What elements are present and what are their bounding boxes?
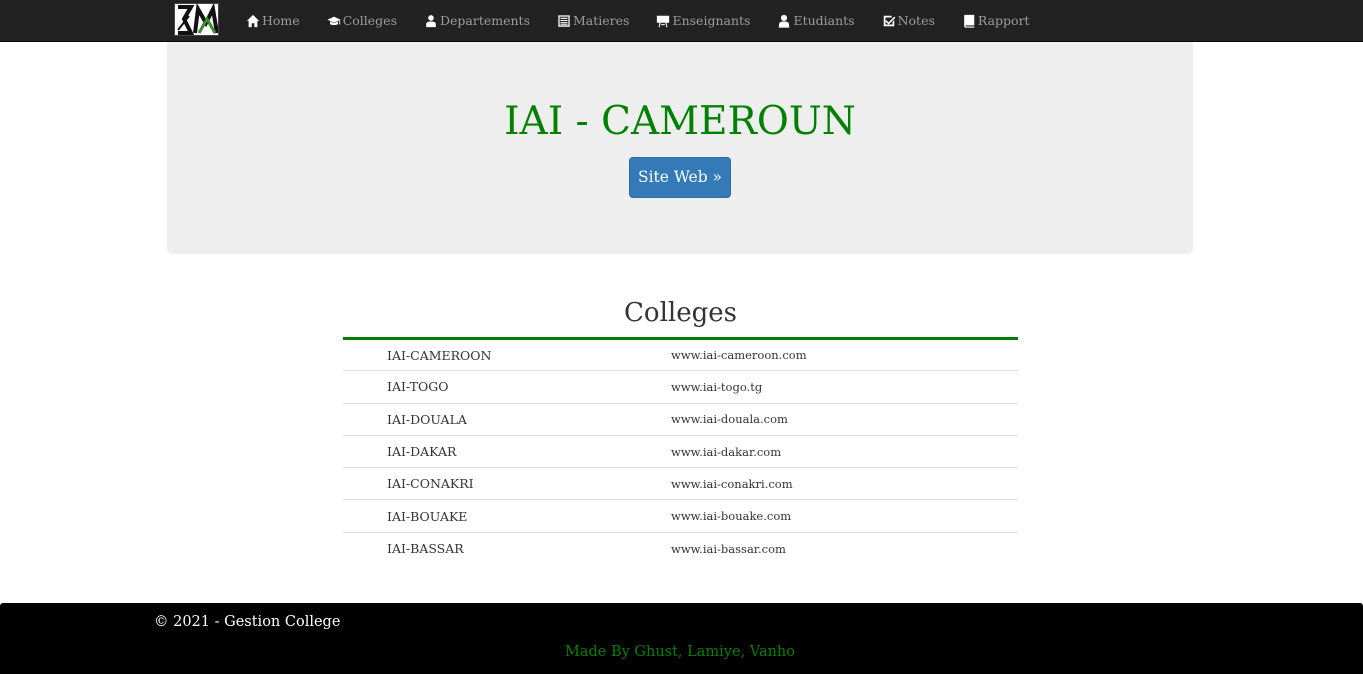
nav-menu: Home Colleges Departements Matieres Ense… [246,0,1057,41]
book-icon [964,14,975,28]
nav-item-label: Notes [897,13,935,28]
nav-item-label: Enseignants [672,13,751,28]
college-website: www.iai-dakar.com [671,435,1018,469]
college-website: www.iai-conakri.com [671,467,1018,501]
college-website: www.iai-bouake.com [671,499,1018,533]
graduation-cap-icon [327,16,341,25]
nav-item-label: Home [262,13,300,28]
blackboard-icon [657,15,670,27]
table-row: IAI-CAMEROON www.iai-cameroon.com [343,338,1018,372]
credits-text: Made By Ghust, Lamiye, Vanho [564,644,795,660]
college-name: IAI-DOUALA [343,403,671,436]
nav-item-label: Matieres [573,13,630,28]
college-website: www.iai-douala.com [671,403,1018,436]
site-web-button[interactable]: Site Web » [629,157,731,198]
nav-item-label: Rapport [977,13,1030,28]
footer: © 2021 - Gestion College Made By Ghust, … [0,603,1363,674]
nav-item-label: Departements [439,13,530,28]
college-name: IAI-BOUAKE [343,499,671,533]
nav-item-home[interactable]: Home [246,13,300,28]
college-name: IAI-CAMEROON [343,338,671,372]
college-website: www.iai-togo.tg [671,370,1018,404]
nav-item-matieres[interactable]: Matieres [557,13,629,28]
list-icon [558,14,570,27]
nav-item-label: Etudiants [793,13,855,28]
nav-item-label: Colleges [342,13,397,28]
nav-item-rapport[interactable]: Rapport [962,13,1030,28]
nav-item-departements[interactable]: Departements [424,13,530,28]
nav-item-etudiants[interactable]: Etudiants [777,13,855,28]
college-name: IAI-TOGO [343,370,671,404]
page-title: IAI - CAMEROUN [504,99,856,144]
nav-item-notes[interactable]: Notes [882,13,935,28]
table-row: IAI-DOUALA www.iai-douala.com [343,403,1018,436]
college-website: www.iai-cameroon.com [671,338,1018,372]
app-logo[interactable] [174,3,219,36]
colleges-table: IAI-CAMEROON www.iai-cameroon.com IAI-TO… [343,337,1018,565]
top-navbar: Home Colleges Departements Matieres Ense… [0,0,1363,42]
check-icon [883,15,895,26]
home-icon [246,14,260,27]
colleges-title: Colleges [624,298,737,328]
table-row: IAI-BOUAKE www.iai-bouake.com [343,499,1018,533]
table-row: IAI-DAKAR www.iai-dakar.com [343,435,1018,469]
table-row: IAI-BASSAR www.iai-bassar.com [343,532,1018,564]
nav-item-colleges[interactable]: Colleges [327,13,397,28]
table-row: IAI-TOGO www.iai-togo.tg [343,370,1018,404]
nav-item-enseignants[interactable]: Enseignants [656,13,750,28]
college-name: IAI-CONAKRI [343,467,671,501]
college-name: IAI-DAKAR [343,435,671,469]
college-website: www.iai-bassar.com [671,541,786,556]
jumbotron: IAI - CAMEROUN Site Web » [167,42,1193,254]
copyright-text: © 2021 - Gestion College [154,614,341,630]
college-name: IAI-BASSAR [387,541,464,557]
table-row: IAI-CONAKRI www.iai-conakri.com [343,467,1018,501]
user-icon [426,14,436,27]
user-icon [779,14,790,28]
